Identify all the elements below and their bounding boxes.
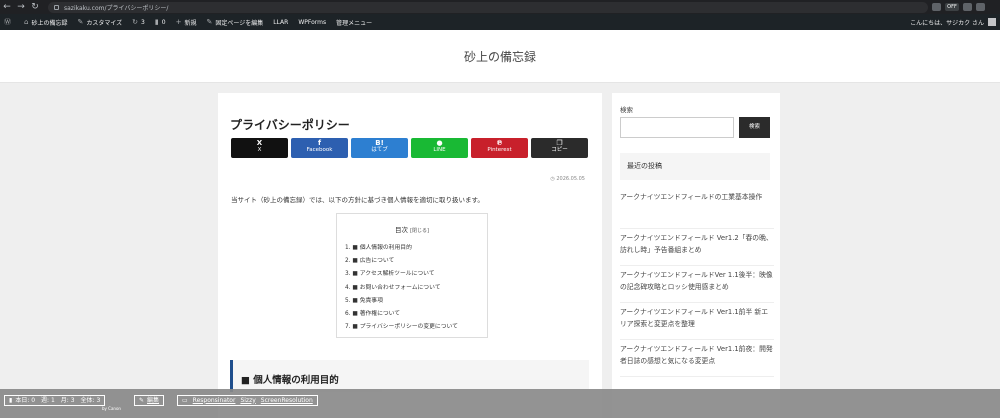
recent-post-link[interactable]: アークナイツエンドフィールド Ver1.1前半 新エリア探索と変更点を整理 [620, 303, 774, 340]
admin-bar: Ⓦ ⌂ 砂上の備忘録 ✎ カスタマイズ ↻ 3 ▮ 0 + 新規 ✎ 固定ページを編集 LL… [0, 14, 1000, 30]
search-input[interactable] [620, 117, 734, 138]
recent-posts-list: アークナイツエンドフィールドの工業基本操作 アークナイツエンドフィールド Ver… [620, 192, 774, 377]
share-facebook-button[interactable]: f Facebook [291, 138, 348, 158]
toc-item[interactable]: 6. ■ 著作権について [345, 308, 487, 321]
admin-edit-page[interactable]: ✎ 固定ページを編集 [206, 18, 263, 27]
screenresolution-link[interactable]: ScreenResolution [261, 396, 313, 406]
counter-credit: by Canon [102, 406, 121, 411]
recent-post-link[interactable]: アークナイツエンドフィールド Ver1.2「春の晩、訪れし時」予告番組まとめ [620, 229, 774, 266]
toc-item[interactable]: 5. ■ 免責事項 [345, 295, 487, 308]
profile-icon[interactable] [976, 3, 985, 11]
responsinator-link[interactable]: Responsinator [193, 396, 236, 406]
share-pinterest-button[interactable]: ℗ Pinterest [471, 138, 528, 158]
search-label: 検索 [620, 106, 633, 114]
reload-icon[interactable]: ↻ [28, 0, 42, 14]
comment-icon: ▮ [154, 18, 159, 26]
sizzy-link[interactable]: Sizzy [240, 396, 255, 406]
recent-post-link[interactable]: アークナイツエンドフィールド Ver1.1前夜：開発者日誌の感想と気になる変更点 [620, 340, 774, 377]
x-icon: X [256, 139, 263, 147]
admin-site-name[interactable]: ⌂ 砂上の備忘録 [24, 18, 67, 27]
admin-customize[interactable]: ✎ カスタマイズ [77, 18, 122, 27]
extension-toggle[interactable]: OFF [945, 3, 959, 11]
site-header: 砂上の備忘録 [0, 30, 1000, 83]
extension-icon[interactable] [932, 3, 941, 11]
viewport-tools: ▭ Responsinator Sizzy ScreenResolution [177, 395, 318, 406]
wordpress-logo-icon[interactable]: Ⓦ [4, 17, 14, 27]
extensions-puzzle-icon[interactable] [963, 3, 972, 11]
share-copy-button[interactable]: ❐ コピー [531, 138, 588, 158]
admin-wpforms[interactable]: WPForms [298, 19, 326, 26]
home-icon: ⌂ [24, 18, 29, 26]
section-heading: ■ 個人情報の利用目的 [241, 375, 339, 386]
admin-llar[interactable]: LLAR [273, 19, 288, 26]
brush-icon: ✎ [77, 18, 84, 26]
post-intro: 当サイト（砂上の備忘録）では、以下の方針に基づき個人情報を適切に取り扱います。 [231, 196, 484, 204]
admin-updates[interactable]: ↻ 3 [132, 18, 145, 26]
toc-list: 1. ■ 個人情報の利用目的 2. ■ 広告について 3. ■ アクセス解析ツー… [345, 242, 487, 334]
page-title: プライバシーポリシー [230, 118, 350, 132]
url-text[interactable]: sazikaku.com/プライバシーポリシー/ [64, 3, 168, 12]
admin-new[interactable]: + 新規 [176, 18, 197, 27]
toc-title: 目次 [閉じる] [395, 226, 429, 234]
bar-chart-icon: ▮ [9, 396, 13, 404]
admin-menu[interactable]: 管理メニュー [336, 18, 372, 27]
search-button[interactable]: 検索 [739, 117, 770, 138]
recent-post-link[interactable]: アークナイツエンドフィールドVer 1.1後半：映像の記念碑攻略とロッシ使用感ま… [620, 266, 774, 303]
toc-item[interactable]: 2. ■ 広告について [345, 255, 487, 268]
edit-button[interactable]: ✎ 編集 [134, 395, 165, 406]
plus-icon: + [175, 18, 182, 26]
share-line-button[interactable]: ● LINE [411, 138, 468, 158]
section-heading-box: ■ 個人情報の利用目的 [230, 360, 589, 392]
main-content: プライバシーポリシー XX f Facebook B! はてブ ● LINE ℗ Pin… [218, 93, 602, 418]
edit-icon: ✎ [139, 396, 145, 404]
toc-item[interactable]: 1. ■ 個人情報の利用目的 [345, 242, 487, 255]
pinterest-icon: ℗ [496, 139, 503, 147]
monitor-icon: ▭ [182, 396, 188, 404]
counter-bar: ▮ 本日: 0 週: 1 月: 3 全体: 3 by Canon ✎ 編集 ▭ Re… [0, 389, 1000, 418]
share-x-button[interactable]: XX [231, 138, 288, 158]
site-title[interactable]: 砂上の備忘録 [0, 48, 1000, 65]
back-icon[interactable]: ← [0, 0, 14, 14]
forward-icon[interactable]: → [14, 0, 28, 14]
toc-item[interactable]: 4. ■ お問い合わせフォームについて [345, 282, 487, 295]
refresh-icon: ↻ [132, 18, 139, 26]
address-bar[interactable]: sazikaku.com/プライバシーポリシー/ [48, 1, 928, 13]
toc-item[interactable]: 7. ■ プライバシーポリシーの変更について [345, 321, 487, 334]
recent-post-link[interactable]: アークナイツエンドフィールドの工業基本操作 [620, 192, 774, 229]
line-icon: ● [436, 139, 443, 147]
toc-toggle[interactable]: [閉じる] [410, 228, 429, 234]
hatena-icon: B! [375, 139, 384, 147]
avatar[interactable] [988, 18, 996, 26]
share-buttons: XX f Facebook B! はてブ ● LINE ℗ Pinterest ❐ コピー [231, 138, 588, 158]
sidebar: 検索 検索 最近の投稿 アークナイツエンドフィールドの工業基本操作 アークナイツ… [612, 93, 780, 418]
admin-greeting[interactable]: こんにちは、サジカク さん [910, 18, 984, 27]
access-counter[interactable]: ▮ 本日: 0 週: 1 月: 3 全体: 3 [4, 395, 106, 406]
toc-item[interactable]: 3. ■ アクセス解析ツールについて [345, 268, 487, 281]
lock-icon [54, 4, 59, 10]
post-date: ◷ 2026.05.05 [550, 176, 585, 182]
share-hatebu-button[interactable]: B! はてブ [351, 138, 408, 158]
copy-icon: ❐ [556, 139, 563, 147]
recent-posts-heading: 最近の投稿 [620, 153, 770, 180]
admin-comments[interactable]: ▮ 0 [155, 18, 166, 26]
browser-toolbar: ← → ↻ sazikaku.com/プライバシーポリシー/ OFF [0, 0, 1000, 14]
table-of-contents: 目次 [閉じる] 1. ■ 個人情報の利用目的 2. ■ 広告について 3. ■… [336, 213, 488, 338]
pencil-icon: ✎ [206, 18, 213, 26]
facebook-icon: f [317, 139, 322, 147]
